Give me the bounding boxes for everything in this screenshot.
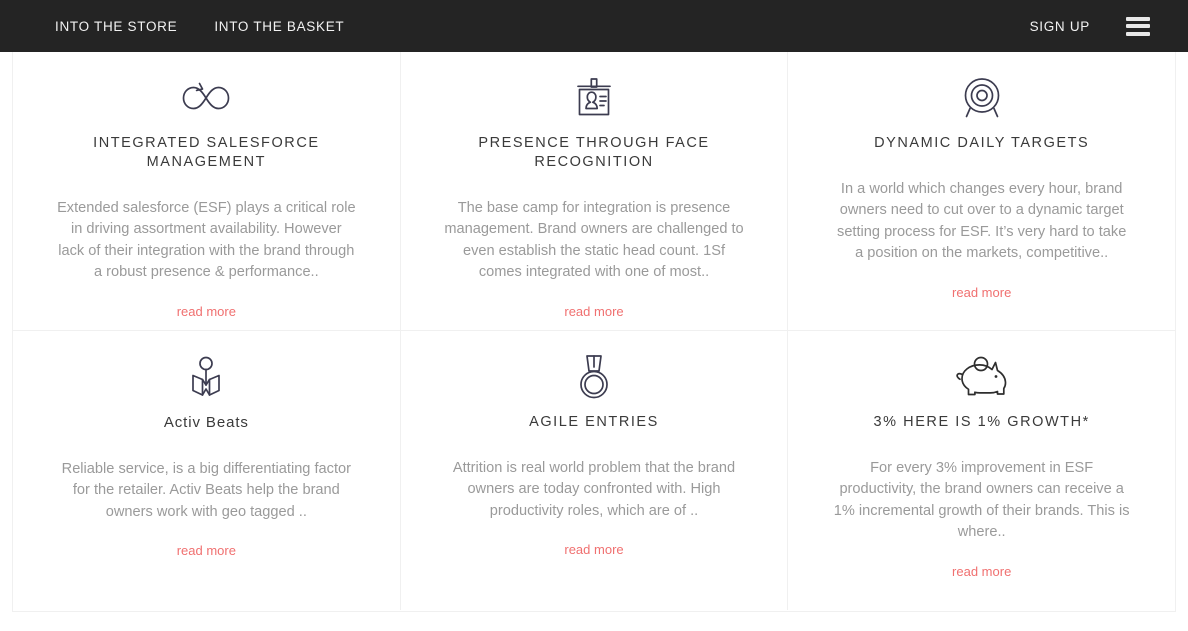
feature-row-2: Activ Beats Reliable service, is a big d… [13, 331, 1175, 610]
feature-card-agile-entries[interactable]: AGILE ENTRIES Attrition is real world pr… [401, 331, 789, 610]
card-title: INTEGRATED SALESFORCE MANAGEMENT [93, 135, 320, 170]
read-more-link[interactable]: read more [564, 542, 623, 557]
card-description: Attrition is real world problem that the… [452, 459, 736, 519]
card-description: For every 3% improvement in ESF producti… [833, 459, 1130, 541]
card-description: In a world which changes every hour, bra… [837, 180, 1127, 262]
hamburger-menu-icon[interactable] [1126, 16, 1150, 36]
navbar-left-links: INTO THE STORE INTO THE BASKET [0, 19, 344, 34]
top-navbar: INTO THE STORE INTO THE BASKET SIGN UP [0, 0, 1188, 52]
feature-card-dynamic-daily-targets[interactable]: DYNAMIC DAILY TARGETS In a world which c… [788, 52, 1175, 330]
card-title: 3% HERE IS 1% GROWTH* [873, 414, 1090, 430]
feature-card-integrated-salesforce-management[interactable]: INTEGRATED SALESFORCE MANAGEMENT Extende… [13, 52, 401, 330]
card-title: DYNAMIC DAILY TARGETS [874, 135, 1090, 151]
card-title: AGILE ENTRIES [529, 414, 659, 430]
id-badge-icon [574, 68, 614, 128]
nav-link-into-the-store[interactable]: INTO THE STORE [55, 19, 177, 34]
navbar-right-actions: SIGN UP [1030, 16, 1188, 36]
nav-link-into-the-basket[interactable]: INTO THE BASKET [214, 19, 344, 34]
feature-card-presence-through-face-recognition[interactable]: PRESENCE THROUGH FACE RECOGNITION The ba… [401, 52, 789, 330]
read-more-link[interactable]: read more [952, 285, 1011, 300]
hamburger-bar [1126, 24, 1150, 28]
map-pin-icon [185, 347, 227, 407]
read-more-link[interactable]: read more [177, 304, 236, 319]
infinity-arrow-icon [178, 68, 234, 128]
feature-card-grid: INTEGRATED SALESFORCE MANAGEMENT Extende… [12, 52, 1176, 612]
read-more-link[interactable]: read more [564, 304, 623, 319]
feature-card-growth[interactable]: 3% HERE IS 1% GROWTH* For every 3% impro… [788, 331, 1175, 610]
read-more-link[interactable]: read more [177, 543, 236, 558]
sign-up-button[interactable]: SIGN UP [1030, 19, 1090, 34]
card-description: Reliable service, is a big differentiati… [61, 460, 351, 520]
card-description: The base camp for integration is presenc… [444, 199, 744, 281]
card-title: PRESENCE THROUGH FACE RECOGNITION [478, 135, 710, 170]
hamburger-bar [1126, 16, 1150, 21]
target-bullseye-icon [961, 68, 1003, 128]
feature-row-1: INTEGRATED SALESFORCE MANAGEMENT Extende… [13, 52, 1175, 331]
card-description: Extended salesforce (ESF) plays a critic… [57, 199, 356, 281]
hamburger-bar [1126, 31, 1150, 36]
card-title: Activ Beats [163, 414, 249, 431]
piggy-bank-icon [954, 347, 1010, 407]
read-more-link[interactable]: read more [952, 564, 1011, 579]
feature-card-activ-beats[interactable]: Activ Beats Reliable service, is a big d… [13, 331, 401, 610]
medal-icon [577, 347, 611, 407]
